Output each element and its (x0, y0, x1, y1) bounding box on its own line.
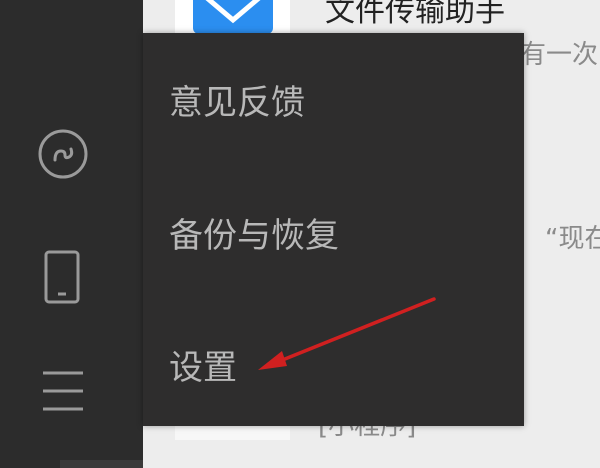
menu-icon[interactable] (36, 362, 90, 416)
chat-snippet: 有一次 (520, 40, 599, 70)
menu-item-backup-restore[interactable]: 备份与恢复 (169, 206, 339, 266)
more-menu-popup: 意见反馈 备份与恢复 设置 (143, 33, 524, 426)
phone-icon[interactable] (36, 250, 90, 304)
menu-item-feedback[interactable]: 意见反馈 (169, 73, 305, 133)
mail-icon (193, 0, 273, 34)
chat-title[interactable]: 文件传输助手 (325, 0, 505, 30)
chat-avatar[interactable] (175, 426, 290, 440)
sidebar-bottom-strip (60, 460, 143, 468)
menu-item-settings[interactable]: 设置 (169, 338, 237, 398)
sidebar (0, 0, 143, 468)
mini-program-icon[interactable] (36, 127, 90, 181)
chat-snippet: “现在 (545, 224, 600, 254)
